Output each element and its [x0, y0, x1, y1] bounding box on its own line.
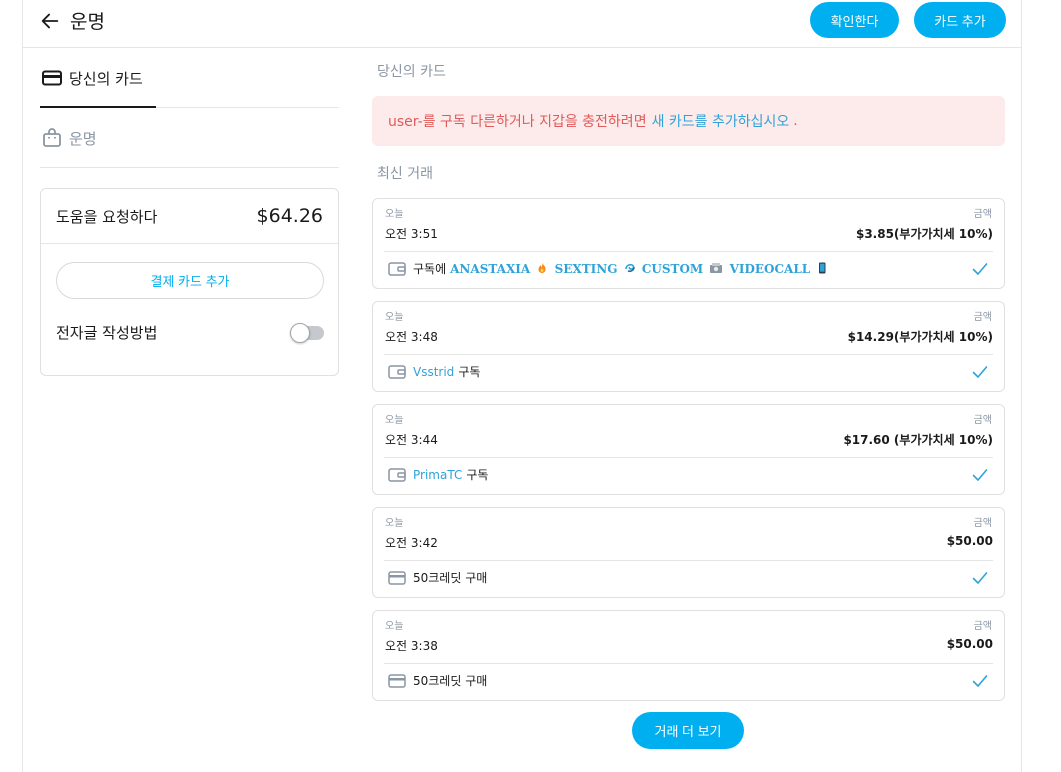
check-icon [972, 263, 988, 275]
fire-emoji-icon [538, 262, 546, 273]
add-new-card-link[interactable]: 새 카드를 추가하십시오 [652, 111, 790, 131]
bag-icon [42, 128, 62, 148]
amount-label: 금액 [973, 209, 992, 220]
check-icon [972, 469, 988, 481]
toggle-row: 전자글 작성방법 [56, 322, 324, 343]
check-icon [972, 572, 988, 584]
creator-link[interactable]: PrimaTC [413, 468, 462, 482]
wallet-panel: 도움을 요청하다 $64.26 결제 카드 추가 전자글 작성방법 [40, 188, 339, 376]
name-part: SEXTING [554, 261, 618, 276]
transaction-day: 오늘 [385, 415, 404, 426]
transaction-card: 오늘 금액 오전 3:44 $17.60 (부가가치세 10%) PrimaTC… [372, 404, 1005, 495]
alert-banner: user-를 구독 다른하거나 지갑을 충전하려면 새 카드를 추가하십시오 . [372, 96, 1005, 146]
tab-your-cards[interactable]: 당신의 카드 [40, 48, 339, 108]
amount-label: 금액 [973, 415, 992, 426]
creator-name-link[interactable]: ANASTAXIA SEXTING CUSTOM VIDEOCALL [450, 262, 830, 276]
toggle-label: 전자글 작성방법 [56, 324, 158, 342]
name-part: ANASTAXIA [450, 261, 531, 276]
transaction-time: 오전 3:42 [385, 536, 438, 550]
description-text: 50크레딧 구매 [413, 571, 488, 585]
transaction-description: 50크레딧 구매 [388, 672, 487, 689]
transaction-card: 오늘 금액 오전 3:48 $14.29(부가가치세 10%) Vsstrid … [372, 301, 1005, 392]
arrow-left-icon[interactable] [39, 10, 61, 32]
add-card-button[interactable]: 카드 추가 [914, 2, 1006, 38]
wallet-label: 도움을 요청하다 [56, 207, 158, 226]
transaction-day: 오늘 [385, 209, 404, 220]
transaction-description: PrimaTC 구독 [388, 466, 488, 483]
transaction-time: 오전 3:51 [385, 227, 438, 241]
description-text: 50크레딧 구매 [413, 674, 488, 688]
check-icon [972, 366, 988, 378]
transaction-amount: $14.29(부가가치세 10%) [847, 330, 993, 344]
wallet-icon [388, 364, 406, 380]
section-title-transactions: 최신 거래 [377, 166, 433, 182]
toggle-switch[interactable] [290, 322, 324, 343]
check-icon [972, 675, 988, 687]
credit-card-icon [42, 68, 62, 88]
divider [40, 167, 339, 168]
transaction-day: 오늘 [385, 621, 404, 632]
transaction-amount: $50.00 [946, 534, 993, 548]
dizzy-emoji-icon [624, 263, 635, 272]
description-suffix: 구독 [466, 468, 489, 482]
transaction-description: Vsstrid 구독 [388, 363, 480, 380]
name-part: CUSTOM [641, 261, 704, 276]
divider [384, 251, 993, 252]
description-prefix: 구독에 [413, 262, 447, 276]
credit-card-icon [388, 673, 406, 689]
creator-link[interactable]: Vsstrid [413, 365, 454, 379]
transaction-time: 오전 3:44 [385, 433, 438, 447]
confirm-button[interactable]: 확인한다 [810, 2, 899, 38]
divider [384, 663, 993, 664]
phone-emoji-icon [819, 262, 826, 273]
tab-operations[interactable]: 운명 [40, 108, 339, 168]
transaction-time: 오전 3:38 [385, 639, 438, 653]
tab-label: 운명 [69, 129, 97, 148]
transaction-time: 오전 3:48 [385, 330, 438, 344]
wallet-icon [388, 467, 406, 483]
page-title: 운명 [70, 11, 105, 33]
transaction-card: 오늘 금액 오전 3:38 $50.00 50크레딧 구매 [372, 610, 1005, 701]
section-title-cards: 당신의 카드 [377, 64, 446, 80]
divider [384, 560, 993, 561]
alert-end: . [793, 113, 798, 129]
toggle-knob [290, 322, 310, 343]
add-payment-card-button[interactable]: 결제 카드 추가 [56, 262, 324, 299]
amount-label: 금액 [973, 312, 992, 323]
description-suffix: 구독 [458, 365, 481, 379]
wallet-balance: $64.26 [256, 205, 323, 227]
transaction-day: 오늘 [385, 312, 404, 323]
transaction-card: 오늘 금액 오전 3:42 $50.00 50크레딧 구매 [372, 507, 1005, 598]
amount-label: 금액 [973, 518, 992, 529]
tab-label: 당신의 카드 [69, 69, 143, 88]
credit-card-icon [388, 570, 406, 586]
alert-text: user-를 구독 다른하거나 지갑을 충전하려면 [388, 114, 647, 130]
transaction-day: 오늘 [385, 518, 404, 529]
show-more-transactions-button[interactable]: 거래 더 보기 [632, 712, 744, 749]
page-frame: 운명 확인한다 카드 추가 당신의 카드 운명 도움을 요청하다 $64.26 … [22, 0, 1022, 772]
name-part: VIDEOCALL [729, 261, 811, 276]
transaction-description: 구독에 ANASTAXIA SEXTING CUSTOM VIDEOCALL [388, 260, 830, 277]
transaction-card: 오늘 금액 오전 3:51 $3.85(부가가치세 10%) 구독에 ANAST… [372, 198, 1005, 289]
wallet-icon [388, 261, 406, 277]
transaction-amount: $50.00 [946, 637, 993, 651]
transaction-description: 50크레딧 구매 [388, 569, 487, 586]
amount-label: 금액 [973, 621, 992, 632]
camera-emoji-icon [710, 262, 723, 273]
transaction-amount: $17.60 (부가가치세 10%) [843, 433, 993, 447]
divider [384, 457, 993, 458]
transaction-amount: $3.85(부가가치세 10%) [855, 227, 993, 241]
divider [384, 354, 993, 355]
header: 운명 확인한다 카드 추가 [23, 0, 1021, 48]
wallet-header: 도움을 요청하다 $64.26 [41, 189, 338, 244]
